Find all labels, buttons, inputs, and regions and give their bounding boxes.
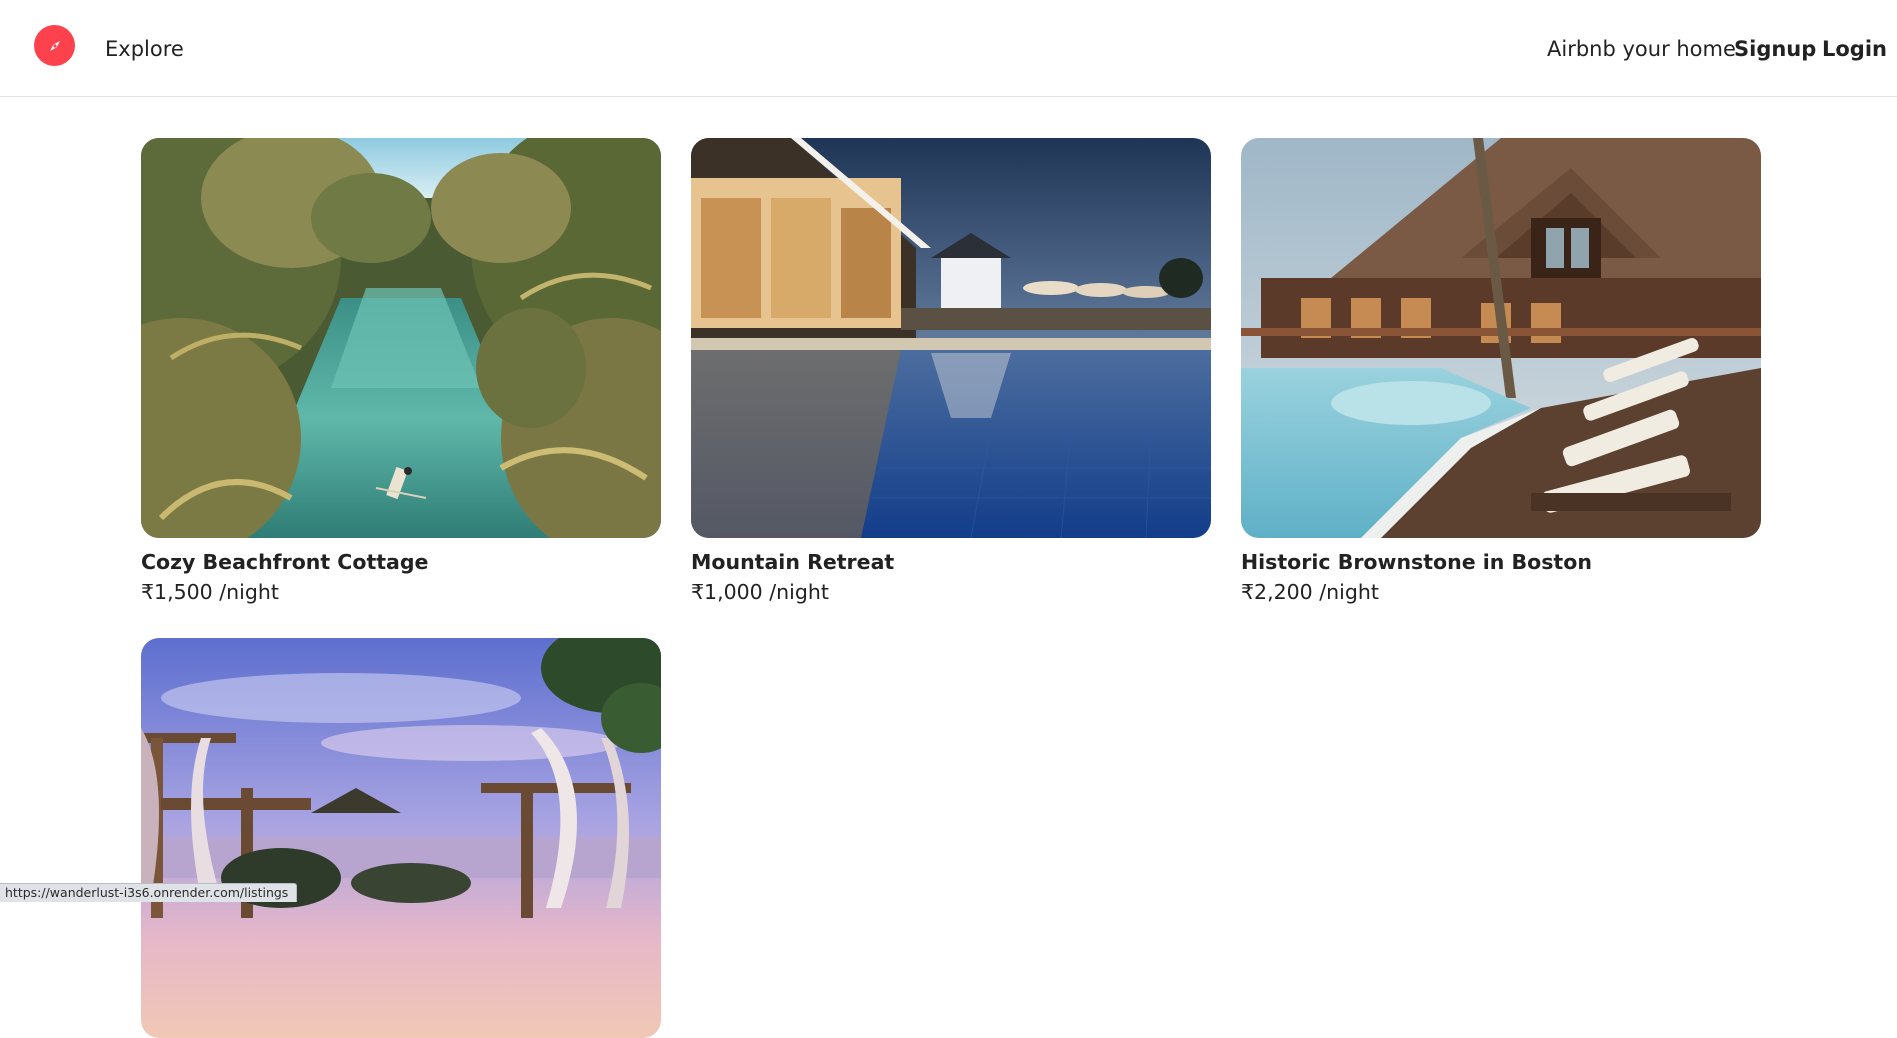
listing-price: ₹2,200 /night bbox=[1241, 580, 1379, 604]
listing-card[interactable] bbox=[141, 638, 661, 1038]
listing-title: Mountain Retreat bbox=[691, 550, 895, 574]
listing-image[interactable] bbox=[141, 138, 661, 538]
listing-price: ₹1,500 /night bbox=[141, 580, 279, 604]
nav-explore-link[interactable]: Explore bbox=[105, 36, 184, 62]
listing-image[interactable] bbox=[691, 138, 1211, 538]
listing-price: ₹1,000 /night bbox=[691, 580, 829, 604]
listing-title: Cozy Beachfront Cottage bbox=[141, 550, 429, 574]
listing-image[interactable] bbox=[141, 638, 661, 1038]
navbar: Explore Airbnb your home Signup Login bbox=[0, 0, 1897, 97]
listing-card[interactable]: Historic Brownstone in Boston ₹2,200 /ni… bbox=[1241, 138, 1761, 604]
link-preview-status-bar: https://wanderlust-i3s6.onrender.com/lis… bbox=[0, 883, 298, 902]
nav-login-link[interactable]: Login bbox=[1822, 36, 1887, 62]
nav-signup-link[interactable]: Signup bbox=[1734, 36, 1816, 62]
nav-host-link[interactable]: Airbnb your home bbox=[1547, 36, 1736, 62]
compass-icon[interactable] bbox=[34, 25, 75, 66]
listing-image[interactable] bbox=[1241, 138, 1761, 538]
listing-card[interactable]: Cozy Beachfront Cottage ₹1,500 /night bbox=[141, 138, 661, 604]
listing-title: Historic Brownstone in Boston bbox=[1241, 550, 1592, 574]
listing-card[interactable]: Mountain Retreat ₹1,000 /night bbox=[691, 138, 1211, 604]
